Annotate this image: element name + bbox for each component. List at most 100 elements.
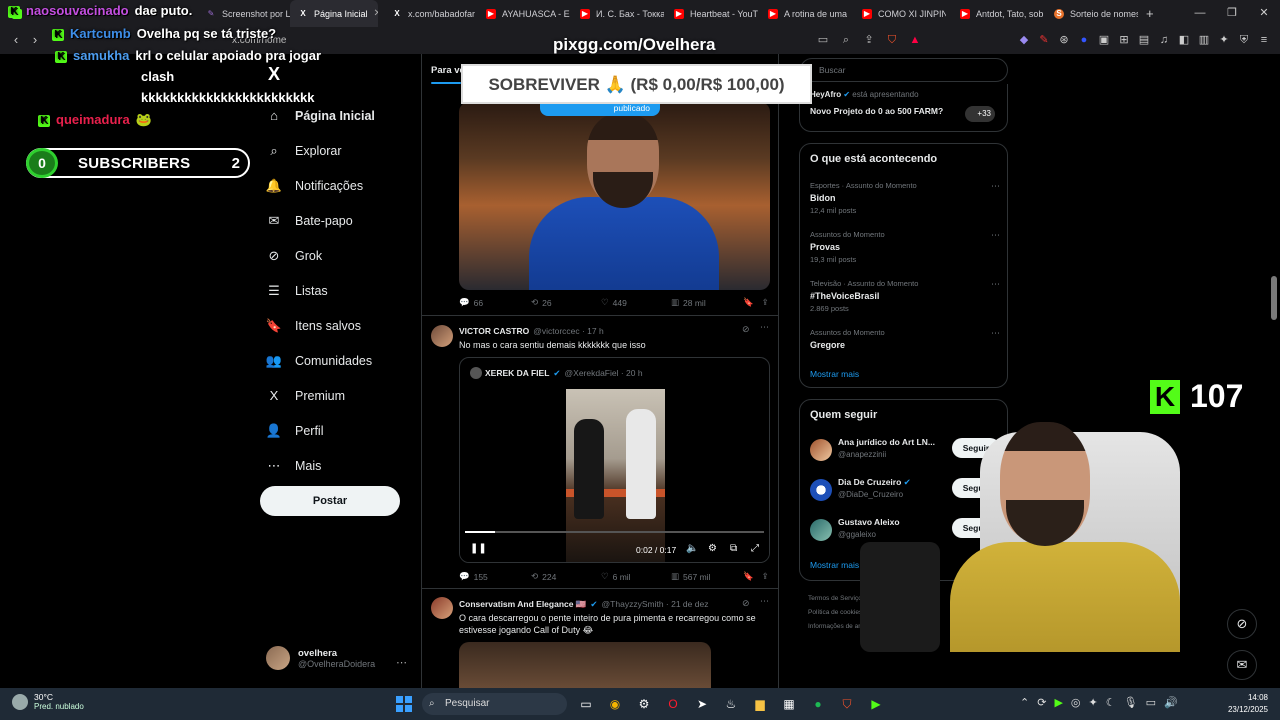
search-input[interactable]: Buscar	[800, 58, 1008, 82]
steam-icon[interactable]: ♨	[721, 694, 741, 714]
close-window-icon[interactable]: ✕	[1248, 0, 1280, 27]
spotify-icon[interactable]: ●	[808, 694, 828, 714]
more-icon[interactable]: ⋯	[991, 181, 1000, 192]
share-icon[interactable]: ⇪	[861, 32, 877, 48]
tweet-image[interactable]: publicado	[459, 102, 770, 290]
video-progress[interactable]	[465, 531, 764, 533]
quote-handle[interactable]: @XerekdaFiel · 20 h	[565, 368, 643, 378]
volume-icon[interactable]: 🔈	[686, 543, 698, 554]
minimize-icon[interactable]: —	[1184, 0, 1216, 27]
repost-button[interactable]: ⟲ 26	[531, 297, 601, 308]
views-button[interactable]: ▥ 567 mil	[671, 571, 743, 582]
tab-youtube-6[interactable]: ▶ Antdot, Tato, sob	[952, 0, 1044, 27]
more-icon[interactable]: ⋯	[991, 328, 1000, 339]
nav-explore[interactable]: ⌕ Explorar	[266, 133, 375, 168]
extension-icon[interactable]: ⊞	[1116, 32, 1132, 48]
weather-widget[interactable]: 30°C Pred. nublado	[12, 692, 84, 711]
like-button[interactable]: ♡ 6 mil	[601, 571, 671, 582]
vpn-icon[interactable]: ⛨	[1236, 32, 1252, 48]
tab-sorteio[interactable]: S Sorteio de nomes	[1046, 0, 1138, 27]
show-more-link[interactable]: Mostrar mais	[810, 560, 859, 570]
extension-icon[interactable]: ⊛	[1056, 32, 1072, 48]
more-icon[interactable]: ⋯	[760, 596, 769, 607]
menu-icon[interactable]: ≡	[1256, 32, 1272, 48]
app-icon[interactable]: ▦	[779, 694, 799, 714]
tab-youtube-5[interactable]: ▶ COMO XI JINPIN	[854, 0, 946, 27]
zoom-icon[interactable]: ⌕	[838, 32, 854, 48]
sidebar-icon[interactable]: ◧	[1176, 32, 1192, 48]
profile-more-icon[interactable]: ⋯	[396, 656, 407, 669]
nav-communities[interactable]: 👥 Comunidades	[266, 343, 375, 378]
more-icon[interactable]: ⋯	[760, 322, 769, 333]
pause-icon[interactable]: ❚❚	[470, 543, 487, 554]
extension-icon[interactable]: ◆	[1016, 32, 1032, 48]
live-space-card[interactable]: HeyAfro ✔ está apresentando Novo Projeto…	[799, 84, 1008, 132]
tray-icon[interactable]: ▶	[1054, 696, 1062, 709]
close-tab-icon[interactable]: ✕	[374, 8, 378, 19]
tray-icon[interactable]: ☾	[1106, 696, 1116, 709]
bookmark-button[interactable]: 🔖	[743, 297, 754, 308]
tab-youtube-4[interactable]: ▶ A rotina de uma	[760, 0, 852, 27]
tab-youtube-3[interactable]: ▶ Heartbeat - YouT	[666, 0, 758, 27]
extension-icon[interactable]: ●	[1076, 32, 1092, 48]
tab-x-babadofar[interactable]: X x.com/babadofar	[384, 0, 476, 27]
taskbar-search[interactable]: ⌕ Pesquisar	[422, 693, 567, 715]
share-button[interactable]: ⇪	[762, 297, 769, 308]
post-button[interactable]: Postar	[260, 486, 400, 516]
tweet-handle[interactable]: @ThayzzySmith · 21 de dez	[602, 599, 709, 609]
tab-home[interactable]: X Página Inicial ✕	[290, 0, 378, 27]
nav-more[interactable]: ⋯ Mais	[266, 448, 375, 483]
more-icon[interactable]: ⋯	[991, 230, 1000, 241]
mic-icon[interactable]: 🎙	[1124, 696, 1138, 709]
system-clock[interactable]: 14:08 23/12/2025	[1228, 692, 1268, 716]
fullscreen-icon[interactable]: ⤢	[751, 543, 759, 554]
scrollbar-thumb[interactable]	[1271, 276, 1277, 320]
like-button[interactable]: ♡ 449	[601, 297, 671, 308]
tweet-handle[interactable]: @victorccec · 17 h	[533, 326, 604, 336]
extension-icon[interactable]: ▣	[1096, 32, 1112, 48]
opera-icon[interactable]: O	[663, 694, 683, 714]
posted-pill[interactable]: publicado	[540, 102, 660, 116]
forward-icon[interactable]: ›	[27, 32, 43, 48]
trend-item[interactable]: Assuntos do Momento Gregore ⋯	[810, 328, 1000, 350]
back-icon[interactable]: ‹	[8, 32, 24, 48]
quote-author[interactable]: XEREK DA FIEL	[485, 368, 549, 378]
settings-icon[interactable]: ⚙	[708, 543, 717, 554]
brave-shield-icon[interactable]: ⛉	[884, 32, 900, 48]
x-logo[interactable]: X	[268, 64, 280, 85]
account-switcher[interactable]: ovelhera @OvelheraDoidera	[266, 646, 375, 670]
chevron-up-icon[interactable]: ⌃	[1020, 696, 1029, 709]
nav-bookmarks[interactable]: 🔖 Itens salvos	[266, 308, 375, 343]
brave-icon[interactable]: ⛉	[837, 694, 857, 714]
messages-fab-icon[interactable]: ✉	[1227, 650, 1257, 680]
nav-profile[interactable]: 👤 Perfil	[266, 413, 375, 448]
share-button[interactable]: ⇪	[762, 571, 769, 582]
grok-icon[interactable]: ⊘	[742, 598, 750, 609]
media-icon[interactable]: ♫	[1156, 32, 1172, 48]
extension-icon[interactable]: ✎	[1036, 32, 1052, 48]
wallet-icon[interactable]: ▥	[1196, 32, 1212, 48]
tweet-author[interactable]: VICTOR CASTRO	[459, 326, 529, 336]
display-icon[interactable]: ▭	[1146, 696, 1156, 709]
repost-button[interactable]: ⟲ 224	[531, 571, 601, 582]
page-scrollbar[interactable]	[1270, 54, 1278, 688]
quoted-tweet[interactable]: XEREK DA FIEL ✔ @XerekdaFiel · 20 h ❚❚ 0…	[459, 357, 770, 563]
app-icon[interactable]: ⚙	[634, 694, 654, 714]
brave-rewards-icon[interactable]: ▲	[907, 32, 923, 48]
trend-item[interactable]: Televisão · Assunto do Momento #TheVoice…	[810, 279, 1000, 313]
nav-messages[interactable]: ✉ Bate-papo	[266, 203, 375, 238]
tab-youtube-2[interactable]: ▶ И. С. Бах - Токка	[572, 0, 664, 27]
tab-screenshot[interactable]: ✎ Screenshot por L	[198, 0, 290, 27]
nav-lists[interactable]: ☰ Listas	[266, 273, 375, 308]
kick-app-icon[interactable]: ▶	[866, 694, 886, 714]
views-button[interactable]: ▥ 28 mil	[671, 297, 743, 308]
tray-icon[interactable]: ✦	[1089, 696, 1098, 709]
reply-button[interactable]: 💬 66	[459, 297, 531, 308]
grok-icon[interactable]: ⊘	[742, 324, 750, 335]
nav-grok[interactable]: ⊘ Grok	[266, 238, 375, 273]
nav-premium[interactable]: X Premium	[266, 378, 375, 413]
tray-icon[interactable]: ◎	[1071, 696, 1081, 709]
tweet-author[interactable]: Conservatism And Elegance 🇺🇸	[459, 599, 586, 610]
tray-icon[interactable]: ⟳	[1037, 696, 1046, 709]
more-icon[interactable]: ⋯	[991, 279, 1000, 290]
